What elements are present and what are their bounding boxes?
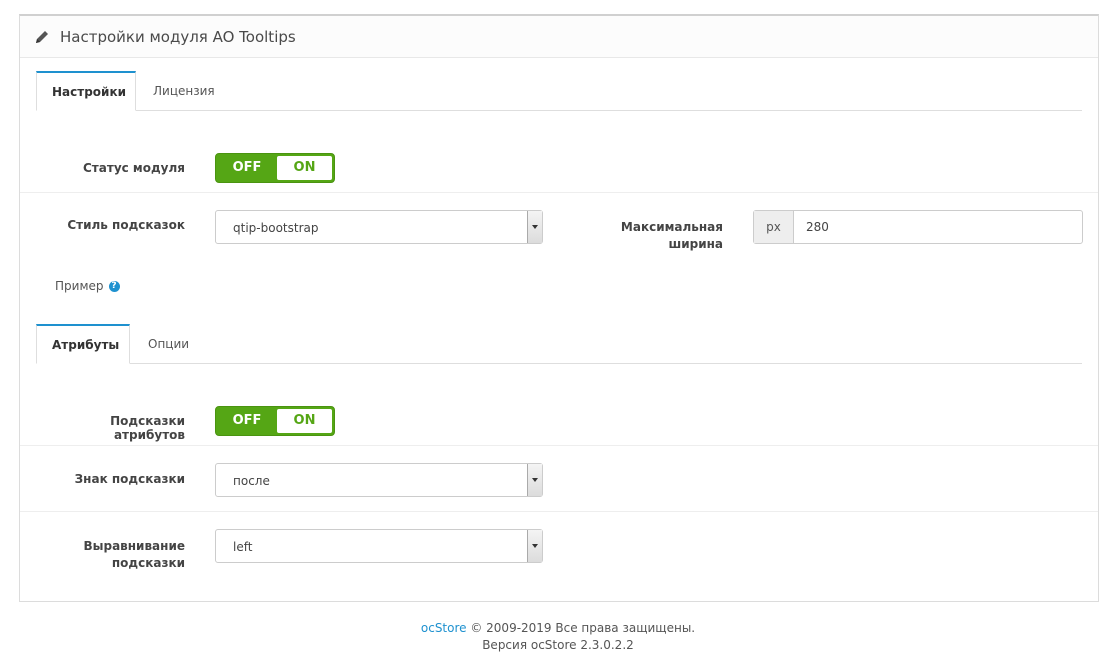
hint-sign-select[interactable]: после [215, 463, 543, 497]
attribute-hints-toggle[interactable]: OFF ON [215, 406, 335, 436]
toggle-off-label: OFF [232, 160, 262, 175]
hint-align-select[interactable]: left [215, 529, 543, 563]
divider [20, 445, 1098, 446]
footer: ocStore © 2009-2019 Все права защищены. … [0, 620, 1116, 654]
tab-settings[interactable]: Настройки [36, 71, 136, 111]
footer-brand-link[interactable]: ocStore [421, 621, 467, 635]
pencil-icon [34, 29, 50, 45]
tab-options[interactable]: Опции [133, 324, 204, 364]
maxwidth-unit: px [754, 211, 794, 243]
tab-license[interactable]: Лицензия [138, 71, 230, 111]
style-label: Стиль подсказок [67, 218, 185, 232]
hint-align-label-line1: Выравнивание [83, 539, 185, 553]
attribute-hints-label: Подсказки атрибутов [110, 414, 185, 442]
toggle-off-label: OFF [232, 413, 262, 428]
panel-heading: Настройки модуля AO Tooltips [20, 16, 1098, 58]
toggle-on-label: ON [277, 156, 332, 180]
maxwidth-input-group[interactable]: px 280 [753, 210, 1083, 244]
example-row: Пример ? [55, 279, 120, 293]
maxwidth-input[interactable]: 280 [794, 211, 829, 243]
toggle-on-label: ON [277, 409, 332, 433]
maxwidth-label-line2: ширина [668, 237, 723, 251]
hint-sign-label: Знак подсказки [74, 472, 185, 486]
sub-tabs: Атрибуты Опции [36, 324, 1082, 364]
divider [20, 511, 1098, 512]
dropdown-arrow-icon [527, 211, 542, 243]
footer-version: Версия ocStore 2.3.0.2.2 [482, 638, 634, 652]
dropdown-arrow-icon [527, 530, 542, 562]
hint-align-value: left [233, 540, 253, 554]
status-toggle[interactable]: OFF ON [215, 153, 335, 183]
dropdown-arrow-icon [527, 464, 542, 496]
question-circle-icon[interactable]: ? [108, 280, 120, 292]
status-label: Статус модуля [83, 161, 185, 175]
hint-align-label: Выравнивание подсказки [40, 538, 185, 572]
panel-title: Настройки модуля AO Tooltips [60, 27, 296, 46]
hint-sign-value: после [233, 474, 270, 488]
maxwidth-label-line1: Максимальная [620, 220, 723, 234]
style-select[interactable]: qtip-bootstrap [215, 210, 543, 244]
maxwidth-label: Максимальная ширина [580, 219, 723, 253]
main-tabs: Настройки Лицензия [36, 71, 1082, 111]
footer-copyright: © 2009-2019 Все права защищены. [466, 621, 696, 635]
style-select-value: qtip-bootstrap [233, 221, 319, 235]
hint-align-label-line2: подсказки [111, 556, 185, 570]
tab-attributes[interactable]: Атрибуты [36, 324, 130, 364]
settings-panel: Настройки модуля AO Tooltips Настройки Л… [19, 14, 1099, 602]
footer-copyright-line: ocStore © 2009-2019 Все права защищены. [0, 620, 1116, 637]
divider [20, 192, 1098, 193]
example-label: Пример [55, 279, 104, 293]
